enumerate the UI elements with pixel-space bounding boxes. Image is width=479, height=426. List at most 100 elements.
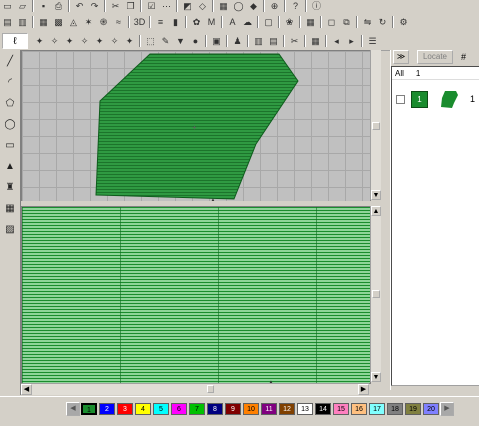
stitch-sim-icon[interactable]: ▤ xyxy=(267,35,280,48)
node1-icon[interactable]: ✦ xyxy=(33,35,46,48)
palette-swatch[interactable]: 5 xyxy=(153,403,169,415)
save-icon[interactable]: ▪ xyxy=(37,1,50,12)
mirror-icon[interactable]: ⇋ xyxy=(361,16,374,29)
3d-button[interactable]: 3D xyxy=(133,16,146,29)
snap-icon[interactable]: ▥ xyxy=(252,35,265,48)
fan-icon[interactable]: ◬ xyxy=(67,16,80,29)
palette-swatch[interactable]: 6 xyxy=(171,403,187,415)
object-checkbox[interactable] xyxy=(396,94,405,104)
node3-icon[interactable]: ✦ xyxy=(63,35,76,48)
help-icon[interactable]: ? xyxy=(289,1,302,12)
image-icon[interactable]: ▣ xyxy=(210,35,223,48)
locate-button[interactable]: Locate xyxy=(417,50,453,64)
node4-icon[interactable]: ✧ xyxy=(78,35,91,48)
print-icon[interactable]: ⎙ xyxy=(52,1,65,12)
palette-swatch[interactable]: 10 xyxy=(243,403,259,415)
list-icon[interactable]: ☰ xyxy=(366,35,379,48)
palette-swatch[interactable]: 14 xyxy=(315,403,331,415)
node2-icon[interactable]: ✧ xyxy=(48,35,61,48)
palette-swatch[interactable]: 9 xyxy=(225,403,241,415)
brush-icon[interactable]: ✎ xyxy=(159,35,172,48)
palette-swatch[interactable]: 19 xyxy=(405,403,421,415)
stitch-view-vscroll[interactable]: ▲ ▼ xyxy=(370,206,381,382)
palette-swatch[interactable]: 20 xyxy=(423,403,439,415)
palette-swatch[interactable]: 11 xyxy=(261,403,277,415)
eraser-icon[interactable]: ◩ xyxy=(181,1,194,12)
stitch-view-hscroll[interactable]: ◀ ▶ xyxy=(21,383,369,395)
tatami-icon[interactable]: ▦ xyxy=(37,16,50,29)
hscroll-thumb[interactable] xyxy=(207,385,214,393)
people-icon[interactable]: ♟ xyxy=(231,35,244,48)
slow-icon[interactable]: ◂ xyxy=(330,35,343,48)
about-icon[interactable]: ⓘ xyxy=(310,1,323,12)
design-view[interactable]: + ▲ xyxy=(21,50,371,202)
palette-prev-button[interactable]: ◀ xyxy=(66,402,80,416)
palette-next-button[interactable]: ▶ xyxy=(440,402,454,416)
arc-icon[interactable]: ◜ xyxy=(2,74,18,90)
scroll-left-arrow[interactable]: ◀ xyxy=(21,384,32,395)
table-icon[interactable]: ▦ xyxy=(304,16,317,29)
stitch-view[interactable]: ▲ xyxy=(21,206,371,384)
node5-icon[interactable]: ✦ xyxy=(93,35,106,48)
gear-icon[interactable]: ⚙ xyxy=(397,16,410,29)
cut-icon[interactable]: ✂ xyxy=(109,1,122,12)
palette-swatch[interactable]: 15 xyxy=(333,403,349,415)
palette-swatch[interactable]: 8 xyxy=(207,403,223,415)
line-icon[interactable]: ╱ xyxy=(2,53,18,69)
palette-swatch[interactable]: 18 xyxy=(387,403,403,415)
palette-swatch[interactable]: 2 xyxy=(99,403,115,415)
expand-button[interactable]: ≫ xyxy=(393,50,409,64)
copy-icon[interactable]: ❐ xyxy=(124,1,137,12)
radial-icon[interactable]: ✶ xyxy=(82,16,95,29)
pin-icon[interactable]: ● xyxy=(189,35,202,48)
new-icon[interactable]: ▭ xyxy=(1,1,14,12)
applique-icon[interactable]: ✿ xyxy=(190,16,203,29)
wave-icon[interactable]: ≈ xyxy=(112,16,125,29)
cloud-icon[interactable]: ☁ xyxy=(241,16,254,29)
grid-tool-icon[interactable]: ▦ xyxy=(2,200,18,216)
palette-swatch[interactable]: 1 xyxy=(81,403,97,415)
scroll-right-arrow[interactable]: ▶ xyxy=(358,384,369,395)
hoop-icon[interactable]: ◯ xyxy=(232,1,245,12)
crosshatch-icon[interactable]: ▩ xyxy=(52,16,65,29)
split-icon[interactable]: ⧉ xyxy=(340,16,353,29)
palette-swatch[interactable]: 12 xyxy=(279,403,295,415)
node7-icon[interactable]: ✦ xyxy=(123,35,136,48)
polygon-icon[interactable]: ⬠ xyxy=(2,95,18,111)
column-1[interactable]: 1 xyxy=(416,69,420,78)
calendar-icon[interactable]: ▦ xyxy=(309,35,322,48)
monogram-icon[interactable]: M xyxy=(205,16,218,29)
design-view-vscroll[interactable]: ▼ xyxy=(370,50,381,200)
satin-icon[interactable]: ▥ xyxy=(16,16,29,29)
vscroll-thumb-2[interactable] xyxy=(372,290,380,298)
fill-tool-icon[interactable]: ▲ xyxy=(2,158,18,174)
column-all[interactable]: All xyxy=(395,69,404,78)
zoom-icon[interactable]: ⊕ xyxy=(268,1,281,12)
palette-swatch[interactable]: 3 xyxy=(117,403,133,415)
down-arrow-icon[interactable]: ▼ xyxy=(174,35,187,48)
fast-icon[interactable]: ▸ xyxy=(345,35,358,48)
scroll-down-arrow[interactable]: ▼ xyxy=(371,190,381,200)
select-icon[interactable]: ⬚ xyxy=(144,35,157,48)
scroll-down-arrow-2[interactable]: ▼ xyxy=(371,372,381,382)
palette-swatch[interactable]: 13 xyxy=(297,403,313,415)
open-icon[interactable]: ▱ xyxy=(16,1,29,12)
scroll-up-arrow[interactable]: ▲ xyxy=(371,206,381,216)
frame-icon[interactable]: ▢ xyxy=(262,16,275,29)
stamp-icon[interactable]: ♜ xyxy=(2,179,18,195)
palette-swatch[interactable]: 16 xyxy=(351,403,367,415)
palette-swatch[interactable]: 17 xyxy=(369,403,385,415)
color-icon[interactable]: ◆ xyxy=(247,1,260,12)
lettering-icon[interactable]: A xyxy=(226,16,239,29)
object-row[interactable]: 1 1 xyxy=(392,88,479,110)
palette-swatch[interactable]: 4 xyxy=(135,403,151,415)
rectangle-icon[interactable]: ▭ xyxy=(2,137,18,153)
palette-swatch[interactable]: 7 xyxy=(189,403,205,415)
node6-icon[interactable]: ✧ xyxy=(108,35,121,48)
rotate-icon[interactable]: ↻ xyxy=(376,16,389,29)
column-icon[interactable]: ▮ xyxy=(169,16,182,29)
grid-icon[interactable]: ▦ xyxy=(217,1,230,12)
embroidery-shape[interactable] xyxy=(95,53,299,200)
undo-icon[interactable]: ↶ xyxy=(73,1,86,12)
outline-icon[interactable]: ◻ xyxy=(325,16,338,29)
